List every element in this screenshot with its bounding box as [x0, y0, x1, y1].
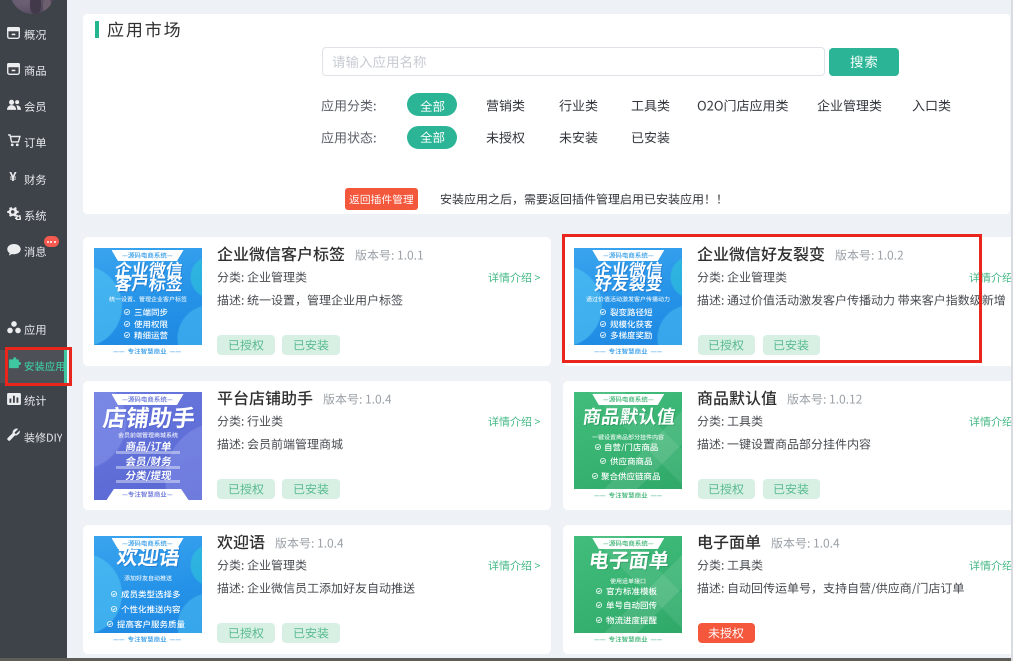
svg-text:¥: ¥: [9, 170, 17, 183]
